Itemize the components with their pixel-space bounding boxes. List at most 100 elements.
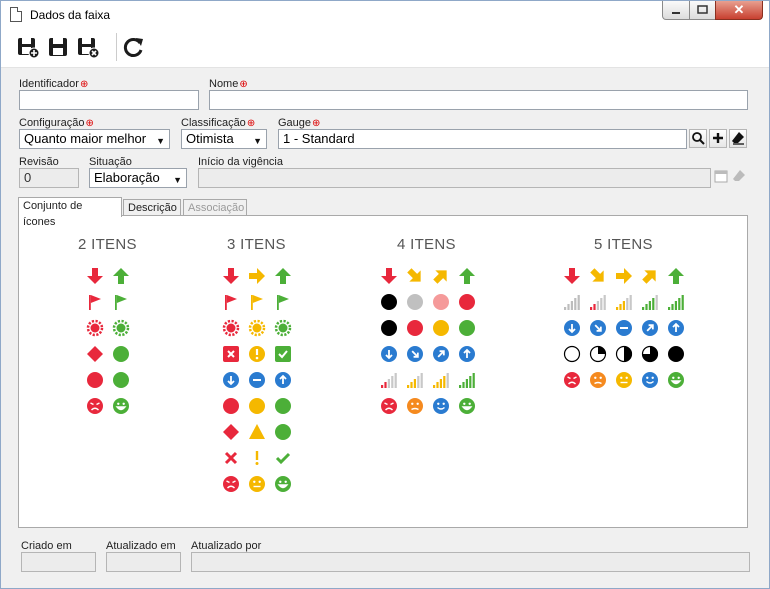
calendar-icon: [714, 170, 728, 183]
x-box-red-icon: [222, 345, 240, 363]
face-smile-blue-icon: [641, 371, 659, 389]
circle-arrow-down-blue-icon: [380, 345, 398, 363]
circle-arrow-upright-blue-icon: [641, 319, 659, 337]
inicio-vigencia-input: [198, 168, 711, 188]
add-button[interactable]: [709, 129, 727, 148]
refresh-button[interactable]: [122, 35, 146, 59]
face-happy-green-icon: [458, 397, 476, 415]
classificacao-select[interactable]: Otimista: [181, 129, 267, 149]
close-button[interactable]: ✕: [715, 1, 763, 20]
circle-gray-icon: [406, 293, 424, 311]
diamond-red-icon: [86, 345, 104, 363]
calendar-button: [712, 168, 730, 187]
save-close-icon: [78, 38, 100, 59]
circle-green-icon: [112, 345, 130, 363]
atualizado-por-label: Atualizado por: [191, 540, 262, 552]
atualizado-em-input: [106, 552, 181, 572]
plus-icon: [713, 133, 723, 143]
circle-arrow-up-blue-icon: [667, 319, 685, 337]
face-happy-green-icon: [667, 371, 685, 389]
save-new-button[interactable]: [16, 35, 40, 59]
revisao-label: Revisão: [19, 156, 59, 168]
arrow-upright-yellow-icon: [641, 267, 659, 285]
save-button[interactable]: [46, 35, 70, 59]
signal-2-yellow-icon: [615, 293, 633, 311]
atualizado-por-input: [191, 552, 750, 572]
classificacao-label: Classificação⊕: [181, 117, 256, 129]
circle-arrow-downright-blue-icon: [406, 345, 424, 363]
arrow-downright-yellow-icon: [406, 267, 424, 285]
title-bar: Dados da faixa ✕: [1, 1, 769, 29]
document-icon: [10, 7, 22, 22]
gauge-input[interactable]: 1 - Standard: [278, 129, 687, 149]
required-icon: ⊕: [312, 118, 321, 129]
arrow-upright-yellow-icon: [432, 267, 450, 285]
circle-arrow-up-blue-icon: [274, 371, 292, 389]
circle-arrow-up-blue-icon: [458, 345, 476, 363]
face-sad-red-icon: [86, 397, 104, 415]
minimize-button[interactable]: [662, 1, 690, 20]
circle-yellow-icon: [248, 397, 266, 415]
circle-arrow-downright-blue-icon: [589, 319, 607, 337]
classificacao-value: Otimista: [186, 131, 234, 146]
arrow-down-red-icon: [222, 267, 240, 285]
window-title: Dados da faixa: [30, 8, 111, 22]
circle-black-icon: [380, 293, 398, 311]
circle-red-icon: [222, 397, 240, 415]
signal-1-red-icon: [380, 371, 398, 389]
circle-green-icon: [458, 319, 476, 337]
pie-3-icon: [641, 345, 659, 363]
triangle-yellow-icon: [248, 423, 266, 441]
badge-red-icon: [222, 319, 240, 337]
tab-conjunto-icones[interactable]: Conjunto de ícones: [18, 197, 122, 228]
save-close-button[interactable]: [76, 35, 100, 59]
situacao-value: Elaboração: [94, 170, 160, 185]
configuracao-select[interactable]: Quanto maior melhor: [19, 129, 170, 149]
signal-0-gray-icon: [563, 293, 581, 311]
gauge-label: Gauge⊕: [278, 117, 321, 129]
exclaim-circle-yellow-icon: [248, 345, 266, 363]
pie-2-icon: [615, 345, 633, 363]
badge-green-icon: [274, 319, 292, 337]
signal-1-red-icon: [589, 293, 607, 311]
signal-3-green-icon: [641, 293, 659, 311]
signal-2-yellow-icon: [406, 371, 424, 389]
diamond-red-icon: [222, 423, 240, 441]
configuracao-value: Quanto maior melhor: [24, 131, 147, 146]
criado-em-input: [21, 552, 96, 572]
signal-3-yellow-icon: [432, 371, 450, 389]
atualizado-em-label: Atualizado em: [106, 540, 176, 552]
face-sad-red-icon: [380, 397, 398, 415]
circle-minus-blue-icon: [248, 371, 266, 389]
circle-red-icon: [458, 293, 476, 311]
search-button[interactable]: [689, 129, 707, 148]
revisao-input: 0: [19, 168, 79, 188]
face-sad-red-icon: [222, 475, 240, 493]
situacao-label: Situação: [89, 156, 132, 168]
identificador-input[interactable]: [19, 90, 199, 110]
face-sad-red-icon: [563, 371, 581, 389]
required-icon: ⊕: [239, 79, 248, 90]
face-neutral-yellow-icon: [248, 475, 266, 493]
arrow-right-yellow-icon: [615, 267, 633, 285]
toolbar-separator: [116, 33, 117, 61]
circle-arrow-upright-blue-icon: [432, 345, 450, 363]
circle-red-icon: [86, 371, 104, 389]
circle-yellow-icon: [432, 319, 450, 337]
nome-input[interactable]: [209, 90, 748, 110]
clear-date-button: [730, 168, 748, 187]
signal-4-green-icon: [667, 293, 685, 311]
situacao-select[interactable]: Elaboração: [89, 168, 187, 188]
pie-1-icon: [589, 345, 607, 363]
clear-button[interactable]: [729, 129, 747, 148]
pie-0-icon: [563, 345, 581, 363]
check-box-green-icon: [274, 345, 292, 363]
circle-arrow-down-blue-icon: [222, 371, 240, 389]
check-green-icon: [274, 449, 292, 467]
maximize-button[interactable]: [689, 1, 716, 20]
nome-label: Nome⊕: [209, 78, 248, 90]
arrow-down-red-icon: [563, 267, 581, 285]
save-icon: [49, 38, 67, 56]
save-new-icon: [18, 38, 40, 59]
required-icon: ⊕: [85, 118, 94, 129]
